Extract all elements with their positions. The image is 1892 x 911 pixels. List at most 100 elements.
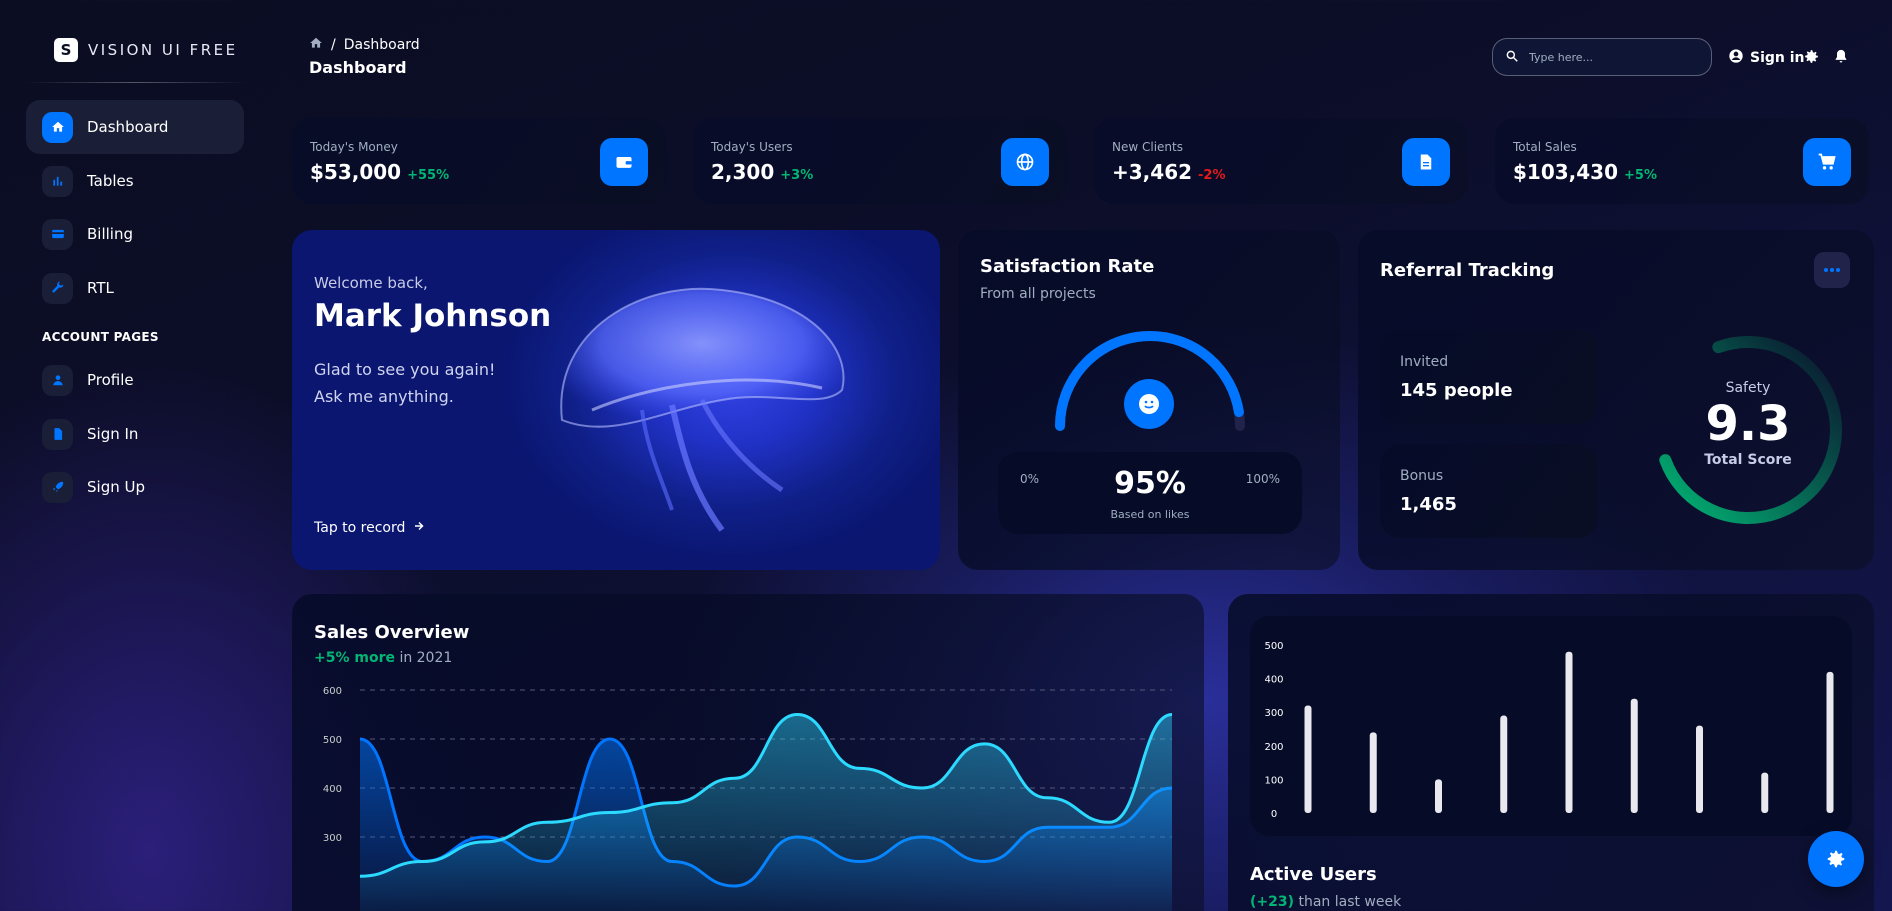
stat-card-money: Today's Money $53,000 +55% [292, 118, 666, 204]
active-users-card: 0 100 200 300 400 500 Active Users (+23) than… [1228, 594, 1874, 911]
signin-label: Sign in [1750, 50, 1805, 66]
sidebar-item-tables[interactable]: Tables [26, 154, 244, 208]
globe-icon [1001, 138, 1049, 186]
stat-change: +3% [780, 168, 814, 183]
user-circle-icon [1728, 48, 1744, 68]
sidebar-item-label: Sign In [87, 425, 139, 443]
sidebar-item-billing[interactable]: Billing [26, 207, 244, 261]
sidebar-item-signup[interactable]: Sign Up [26, 460, 244, 514]
cta-label: Tap to record [314, 520, 406, 536]
y-tick-label: 300 [1264, 708, 1283, 719]
sidebar-item-label: Billing [87, 225, 133, 243]
bar [1304, 705, 1312, 813]
brand-logo: S [54, 38, 78, 62]
y-tick-label: 200 [1264, 742, 1283, 753]
card-title: Referral Tracking [1380, 260, 1555, 281]
breadcrumb-current: Dashboard [343, 37, 420, 53]
y-tick-label: 400 [1264, 675, 1283, 686]
stat-card-users: Today's Users 2,300 +3% [693, 118, 1067, 204]
home-icon [42, 111, 73, 143]
dots-icon [1824, 268, 1840, 272]
active-users-change: (+23) [1250, 894, 1295, 910]
stat-number: $53,000 [310, 160, 402, 184]
invited-value: 145 people [1400, 380, 1513, 401]
y-tick-label: 500 [1264, 641, 1283, 652]
user-name: Mark Johnson [314, 298, 552, 334]
stat-label: Today's Users [711, 140, 793, 154]
referral-card: Referral Tracking Invited 145 people Bon… [1358, 230, 1874, 570]
welcome-line: Ask me anything. [314, 387, 454, 406]
stat-value: $103,430 +5% [1513, 160, 1657, 184]
home-icon[interactable] [309, 36, 323, 54]
bell-icon[interactable] [1833, 48, 1849, 69]
sales-overview-card: Sales Overview +5% more in 2021 300 400 50… [292, 594, 1204, 911]
sidebar-item-label: Tables [87, 172, 134, 190]
sidebar-item-label: Sign Up [87, 478, 145, 496]
welcome-message: Glad to see you again! Ask me anything. [314, 356, 534, 410]
active-users-subtitle: (+23) than last week [1250, 894, 1401, 910]
sidebar-item-dashboard[interactable]: Dashboard [26, 100, 244, 154]
breadcrumb: / Dashboard [309, 36, 420, 54]
active-users-suffix: than last week [1298, 894, 1402, 910]
search-icon [1505, 48, 1519, 67]
bar [1696, 725, 1703, 813]
bar-chart-panel: 0 100 200 300 400 500 [1250, 616, 1852, 836]
score-block: Safety 9.3 Total Score [1668, 380, 1828, 468]
sidebar-item-profile[interactable]: Profile [26, 353, 244, 407]
jellyfish-image [560, 287, 845, 532]
wallet-icon [600, 138, 648, 186]
bar [1369, 732, 1377, 813]
y-tick-label: 300 [323, 833, 342, 844]
bonus-box: Bonus 1,465 [1380, 444, 1598, 538]
welcome-card: Welcome back, Mark Johnson Glad to see y… [292, 230, 940, 570]
tap-to-record-link[interactable]: Tap to record [314, 520, 425, 536]
stat-value: 2,300 +3% [711, 160, 813, 184]
credit-card-icon [42, 218, 73, 250]
invited-box: Invited 145 people [1380, 330, 1598, 424]
bar [1500, 715, 1508, 813]
stat-value: $53,000 +55% [310, 160, 449, 184]
signin-link[interactable]: Sign in [1728, 48, 1805, 68]
document-icon [42, 418, 73, 450]
sidebar: S VISION UI FREE Dashboard Tables Billin… [0, 0, 270, 911]
sidebar-item-label: Dashboard [87, 118, 169, 136]
stat-label: New Clients [1112, 140, 1183, 154]
breadcrumb-separator: / [331, 37, 336, 53]
welcome-greeting: Welcome back, [314, 274, 428, 292]
chart-icon [42, 165, 73, 197]
satisfaction-panel: 0% 100% 95% Based on likes [998, 452, 1302, 534]
bar [1565, 651, 1573, 813]
settings-fab[interactable] [1808, 831, 1864, 887]
stat-number: +3,462 [1112, 160, 1193, 184]
satisfaction-card: Satisfaction Rate From all projects 0% 1… [958, 230, 1340, 570]
person-icon [42, 364, 73, 396]
sidebar-item-rtl[interactable]: RTL [26, 261, 244, 315]
bar [1435, 779, 1442, 813]
sidebar-item-label: Profile [87, 371, 134, 389]
sales-chart: 300 400 500 600 [323, 686, 1173, 911]
satisfaction-caption: Based on likes [1110, 508, 1190, 521]
more-options-button[interactable] [1814, 252, 1850, 288]
safety-label: Safety [1725, 380, 1771, 396]
wrench-icon [42, 272, 73, 304]
invited-label: Invited [1400, 354, 1449, 370]
welcome-line: Glad to see you again! [314, 360, 496, 379]
sidebar-item-signin[interactable]: Sign In [26, 407, 244, 461]
page-title: Dashboard [309, 58, 407, 77]
stat-number: 2,300 [711, 160, 775, 184]
brand[interactable]: S VISION UI FREE [54, 38, 238, 62]
card-subtitle: From all projects [980, 286, 1096, 302]
search-input[interactable] [1529, 50, 1689, 64]
stat-change: +55% [407, 168, 450, 183]
y-tick-label: 0 [1271, 809, 1277, 820]
score-value: 9.3 [1705, 396, 1791, 452]
search-box[interactable] [1492, 38, 1712, 76]
y-tick-label: 500 [323, 735, 342, 746]
stat-label: Today's Money [310, 140, 398, 154]
bar [1761, 772, 1769, 813]
gear-icon [1827, 850, 1845, 868]
gear-icon[interactable] [1803, 48, 1820, 69]
sidebar-item-label: RTL [87, 279, 114, 297]
brand-name: VISION UI FREE [88, 41, 238, 59]
card-title: Satisfaction Rate [980, 256, 1155, 277]
